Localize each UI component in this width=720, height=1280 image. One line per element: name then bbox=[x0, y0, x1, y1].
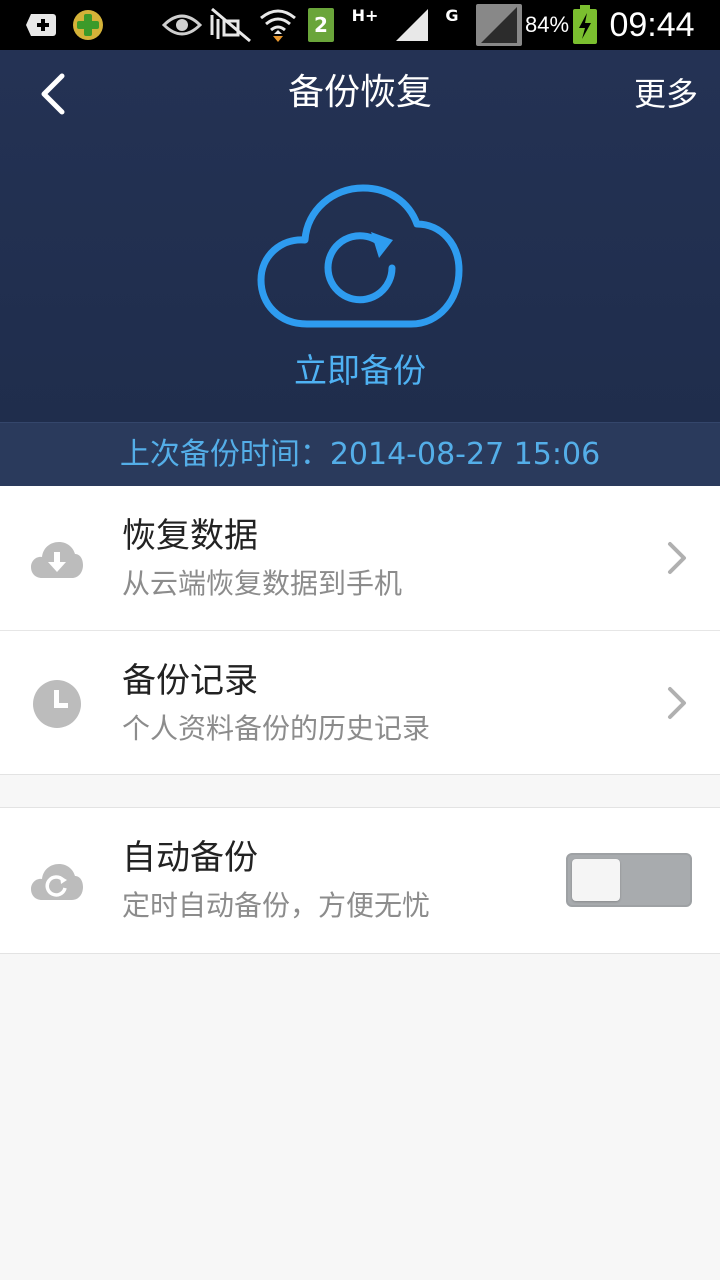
header: 备份恢复 更多 立即备份 bbox=[0, 50, 720, 422]
auto-backup-subtitle: 定时自动备份，方便无忧 bbox=[122, 889, 431, 922]
clock-label: 09:44 bbox=[609, 5, 695, 44]
backup-now-label[interactable]: 立即备份 bbox=[220, 346, 500, 396]
battery-percent-label: 84% bbox=[524, 12, 570, 37]
restore-data-item[interactable]: 恢复数据 从云端恢复数据到手机 bbox=[0, 486, 720, 631]
wifi-icon bbox=[258, 0, 298, 50]
signal-2-icon bbox=[474, 0, 524, 50]
sim-badge: 2 bbox=[308, 8, 334, 42]
backup-history-subtitle: 个人资料备份的历史记录 bbox=[122, 712, 431, 745]
page-title: 备份恢复 bbox=[287, 72, 432, 113]
backup-history-title: 备份记录 bbox=[122, 661, 258, 701]
sim-2-icon: 2 bbox=[306, 0, 336, 50]
network-type-label: H+ bbox=[350, 0, 380, 50]
backup-history-item[interactable]: 备份记录 个人资料备份的历史记录 bbox=[0, 631, 720, 775]
auto-backup-title: 自动备份 bbox=[122, 838, 258, 878]
clock: 09:44 bbox=[604, 0, 700, 50]
chevron-right-icon bbox=[666, 683, 690, 723]
back-button[interactable] bbox=[22, 62, 86, 126]
auto-backup-toggle[interactable] bbox=[566, 853, 692, 907]
cloud-download-icon bbox=[30, 532, 84, 586]
cloud-sync-icon bbox=[257, 184, 463, 328]
backup-cloud-button[interactable] bbox=[255, 182, 465, 334]
eye-icon bbox=[160, 0, 204, 50]
network-type-g-label: G bbox=[445, 6, 459, 25]
menu-group-primary: 恢复数据 从云端恢复数据到手机 备份记录 个人资料备份的历史记录 bbox=[0, 486, 720, 775]
restore-data-subtitle: 从云端恢复数据到手机 bbox=[122, 567, 403, 600]
battery-percent: 84% bbox=[524, 0, 570, 50]
network-type-hplus: H+ bbox=[351, 6, 379, 25]
plus-badge-icon bbox=[70, 0, 106, 50]
signal-icon bbox=[392, 0, 432, 50]
restore-data-title: 恢复数据 bbox=[122, 516, 258, 556]
status-bar: 2 H+ G 84% 09:44 bbox=[0, 0, 720, 50]
chevron-left-icon bbox=[41, 73, 65, 115]
chevron-right-icon bbox=[666, 538, 690, 578]
add-square-icon bbox=[24, 0, 58, 50]
clock-icon bbox=[30, 677, 84, 731]
last-backup-time: 上次备份时间：2014-08-27 15:06 bbox=[0, 422, 720, 487]
cloud-sync-small-icon bbox=[30, 854, 84, 908]
network-type-g: G bbox=[442, 0, 462, 50]
battery-icon bbox=[570, 0, 600, 50]
more-button[interactable]: 更多 bbox=[634, 70, 698, 118]
toggle-knob bbox=[572, 859, 620, 901]
menu-group-auto: 自动备份 定时自动备份，方便无忧 bbox=[0, 807, 720, 954]
auto-backup-item: 自动备份 定时自动备份，方便无忧 bbox=[0, 808, 720, 952]
mute-icon bbox=[206, 0, 256, 50]
